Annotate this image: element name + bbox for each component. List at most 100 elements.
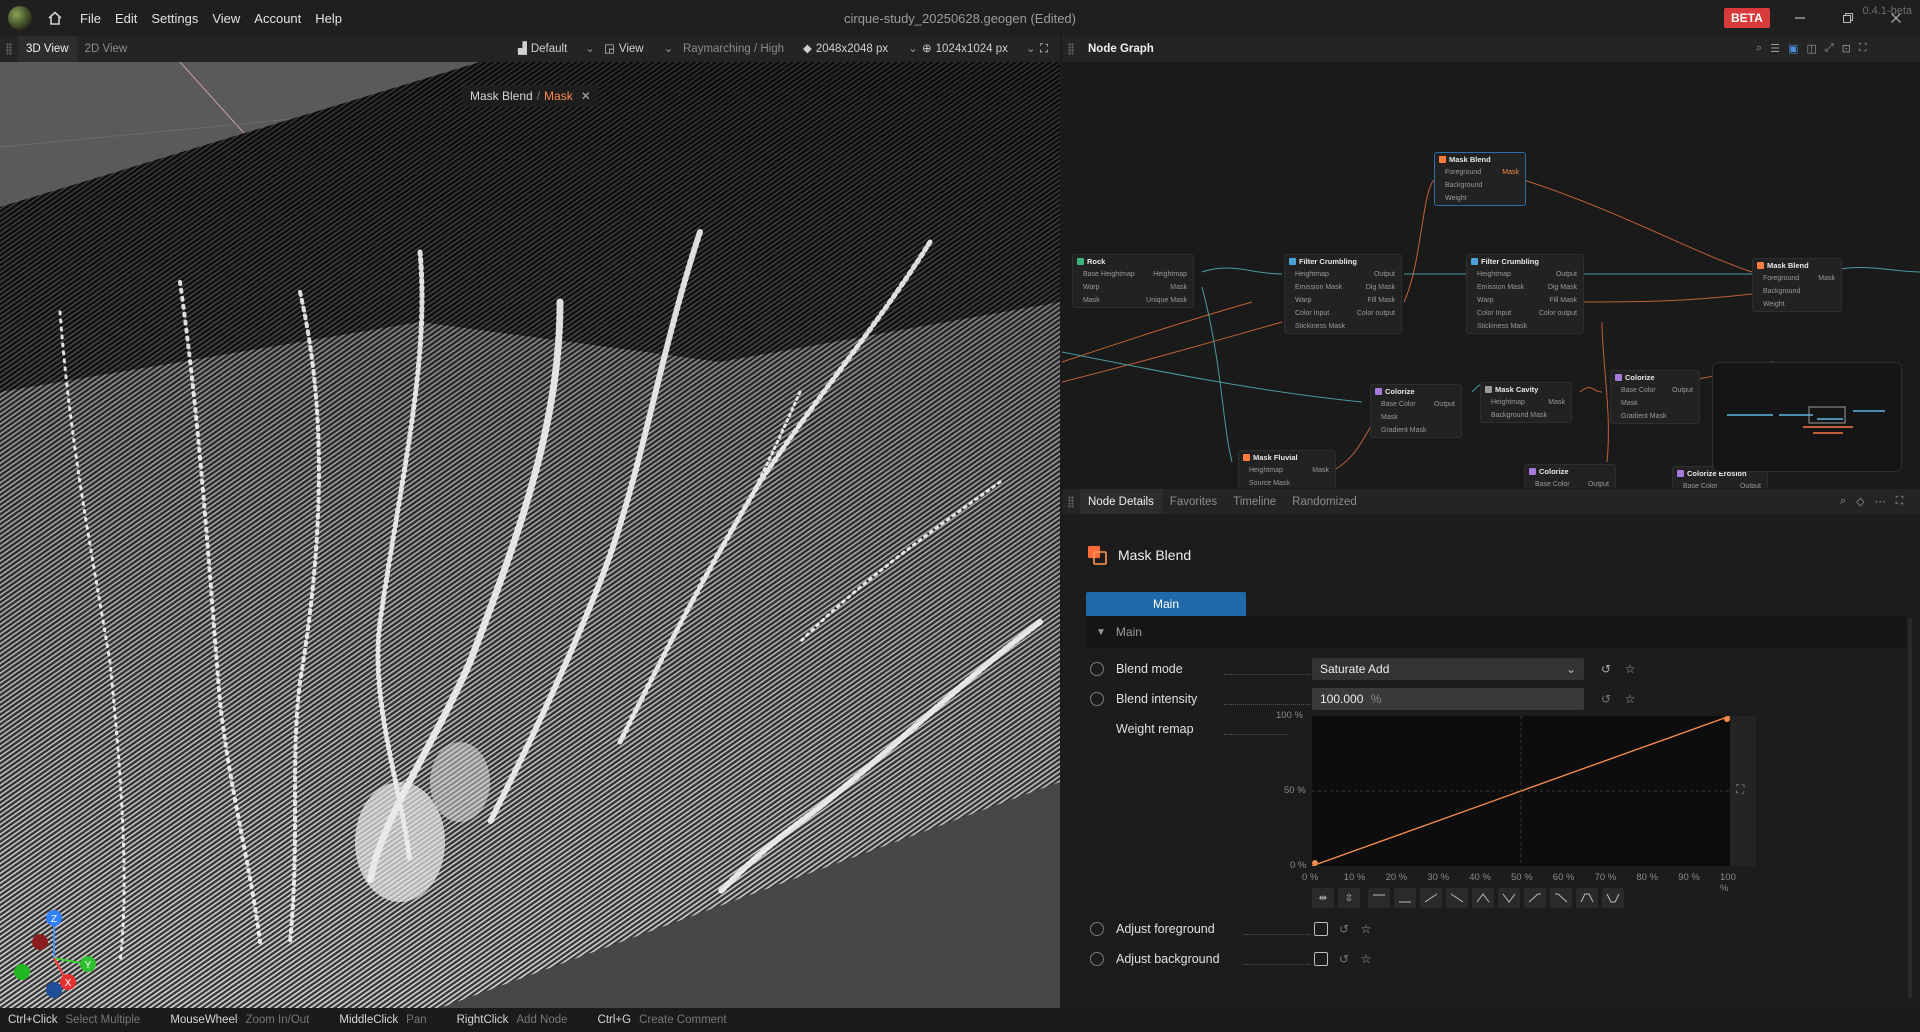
diamond-icon[interactable]: ◇ <box>1856 495 1864 508</box>
reset-icon[interactable]: ↺ <box>1598 661 1614 677</box>
menu-help[interactable]: Help <box>315 11 342 26</box>
preset-dropdown[interactable]: ▟ Default ⌄ <box>518 36 595 62</box>
node-graph-canvas[interactable]: Rock Base Heightmap Heightmap Warp Mask Ma… <box>1062 62 1920 488</box>
resolution-dropdown[interactable]: ◆ 2048x2048 px ⌄ <box>803 36 918 62</box>
expand-icon[interactable]: ⛶ <box>1736 782 1744 797</box>
preset-low-icon[interactable] <box>1394 888 1416 908</box>
list-icon[interactable]: ☰ <box>1770 42 1780 55</box>
preset-notch-icon[interactable] <box>1602 888 1624 908</box>
view-dropdown[interactable]: ◲ View ⌄ <box>604 36 673 62</box>
expose-toggle[interactable] <box>1090 692 1104 706</box>
menu-view[interactable]: View <box>212 11 240 26</box>
3d-viewport[interactable]: Z Y X <box>0 62 1060 1008</box>
expose-toggle[interactable] <box>1090 922 1104 936</box>
curve-y-tick: 100 % <box>1276 710 1303 721</box>
frame-icon[interactable]: ▣ <box>1788 42 1798 55</box>
node-rock[interactable]: Rock Base Heightmap Heightmap Warp Mask Ma… <box>1072 254 1194 308</box>
reset-icon[interactable]: ↺ <box>1336 951 1352 967</box>
search-icon[interactable]: ⌕ <box>1756 42 1762 55</box>
star-icon[interactable]: ☆ <box>1358 951 1374 967</box>
blend-mode-value: Saturate Add <box>1320 662 1390 676</box>
node-colorize-3[interactable]: Colorize Base Color Output <box>1524 464 1616 488</box>
fullscreen-icon[interactable]: ⛶ <box>1896 495 1904 508</box>
hint-key: MouseWheel <box>170 1014 238 1026</box>
preset-valley-icon[interactable] <box>1498 888 1520 908</box>
menu-account[interactable]: Account <box>254 11 301 26</box>
collapse-icon[interactable]: ▼ <box>1096 627 1106 638</box>
reset-icon[interactable]: ↺ <box>1336 921 1352 937</box>
expose-toggle[interactable] <box>1090 952 1104 966</box>
minimize-icon[interactable] <box>1788 6 1812 30</box>
close-icon[interactable]: ✕ <box>581 89 591 103</box>
output-resolution-dropdown[interactable]: ⊕ 1024x1024 px ⌄ <box>922 36 1036 62</box>
tab-3d-view[interactable]: 3D View <box>18 36 77 62</box>
blend-intensity-slider[interactable]: 100.000 % <box>1312 688 1584 710</box>
node-mask-blend-2[interactable]: Mask Blend Foreground Mask Background Wei… <box>1752 258 1842 312</box>
layout-icon[interactable]: ◫ <box>1806 42 1816 55</box>
preset-peak-icon[interactable] <box>1472 888 1494 908</box>
menu-settings[interactable]: Settings <box>151 11 198 26</box>
restore-icon[interactable] <box>1836 6 1860 30</box>
fullscreen-icon[interactable]: ⛶ <box>1040 36 1048 62</box>
leader-dots <box>1224 734 1288 735</box>
preset-plateau-icon[interactable] <box>1576 888 1598 908</box>
flip-horizontal-icon[interactable]: ⇹ <box>1312 888 1334 908</box>
curve-x-tick: 10 % <box>1343 872 1366 883</box>
expand-icon[interactable]: ⤢ <box>1825 42 1834 55</box>
weight-remap-curve-editor[interactable] <box>1311 715 1731 867</box>
node-mask-fluvial[interactable]: Mask Fluvial Heightmap Mask Source Mask <box>1238 450 1336 488</box>
adjust-foreground-checkbox[interactable] <box>1314 922 1328 936</box>
section-main[interactable]: ▼ Main <box>1086 616 1906 648</box>
preset-ramp-up-icon[interactable] <box>1524 888 1546 908</box>
star-icon[interactable]: ☆ <box>1358 921 1374 937</box>
preset-ramp-down-icon[interactable] <box>1550 888 1572 908</box>
weight-remap-label: Weight remap <box>1116 722 1194 736</box>
menu-file[interactable]: File <box>80 11 101 26</box>
node-filter-crumbling-1[interactable]: Filter Crumbling Heightmap Output Emissio… <box>1284 254 1402 334</box>
adjust-background-checkbox[interactable] <box>1314 952 1328 966</box>
flip-vertical-icon[interactable]: ⇳ <box>1338 888 1360 908</box>
more-icon[interactable]: ⋯ <box>1875 495 1886 508</box>
tab-node-details[interactable]: Node Details <box>1080 489 1162 515</box>
node-filter-crumbling-2[interactable]: Filter Crumbling Heightmap Output Emissio… <box>1466 254 1584 334</box>
star-icon[interactable]: ☆ <box>1622 691 1638 707</box>
tab-favorites[interactable]: Favorites <box>1162 489 1225 515</box>
tab-timeline[interactable]: Timeline <box>1225 489 1284 515</box>
node-colorize-1[interactable]: Colorize Base Color Output Mask Gradient … <box>1370 384 1462 438</box>
home-icon[interactable] <box>46 9 64 27</box>
preset-inverse-icon[interactable] <box>1446 888 1468 908</box>
node-mask-cavity[interactable]: Mask Cavity Heightmap Mask Background Mas… <box>1480 382 1572 423</box>
node-breadcrumb[interactable]: Mask Blend / Mask ✕ <box>462 85 599 107</box>
node-details-panel: Mask Blend Main ▼ Main Blend mode Satura… <box>1062 514 1920 1008</box>
preset-high-icon[interactable] <box>1368 888 1390 908</box>
details-scrollbar[interactable] <box>1908 618 1912 998</box>
expose-toggle[interactable] <box>1090 662 1104 676</box>
render-mode[interactable]: Raymarching / High <box>683 36 784 62</box>
prop-adjust-background: Adjust background <box>1090 948 1220 970</box>
prop-adjust-foreground: Adjust foreground <box>1090 918 1215 940</box>
drag-grip-icon[interactable] <box>6 43 12 55</box>
axis-gizmo[interactable]: Z Y X <box>8 898 108 998</box>
drag-grip-icon[interactable] <box>1068 496 1074 508</box>
preset-linear-icon[interactable] <box>1420 888 1442 908</box>
tab-main[interactable]: Main <box>1086 592 1246 616</box>
drag-grip-icon[interactable] <box>1068 43 1074 55</box>
hint-action: Pan <box>406 1014 427 1026</box>
node-colorize-2[interactable]: Colorize Base Color Output Mask Gradient … <box>1610 370 1700 424</box>
node-mask-blend-selected[interactable]: Mask Blend Foreground Mask Background Wei… <box>1434 152 1526 206</box>
blend-intensity-unit: % <box>1370 692 1382 706</box>
reset-icon[interactable]: ↺ <box>1598 691 1614 707</box>
blend-mode-select[interactable]: Saturate Add ⌄ <box>1312 658 1584 680</box>
fullscreen-icon[interactable]: ⛶ <box>1859 42 1867 55</box>
star-icon[interactable]: ☆ <box>1622 661 1638 677</box>
breadcrumb-port[interactable]: Mask <box>544 89 573 103</box>
menu-edit[interactable]: Edit <box>115 11 137 26</box>
node-graph-minimap[interactable] <box>1712 362 1902 472</box>
resolution-label: 2048x2048 px <box>815 43 889 55</box>
breadcrumb-node[interactable]: Mask Blend <box>470 89 533 103</box>
fit-icon[interactable]: ⊡ <box>1842 42 1851 55</box>
curve-control-point[interactable] <box>1312 860 1318 866</box>
tab-2d-view[interactable]: 2D View <box>77 36 136 62</box>
tab-randomized[interactable]: Randomized <box>1284 489 1365 515</box>
search-icon[interactable]: ⌕ <box>1840 495 1846 508</box>
